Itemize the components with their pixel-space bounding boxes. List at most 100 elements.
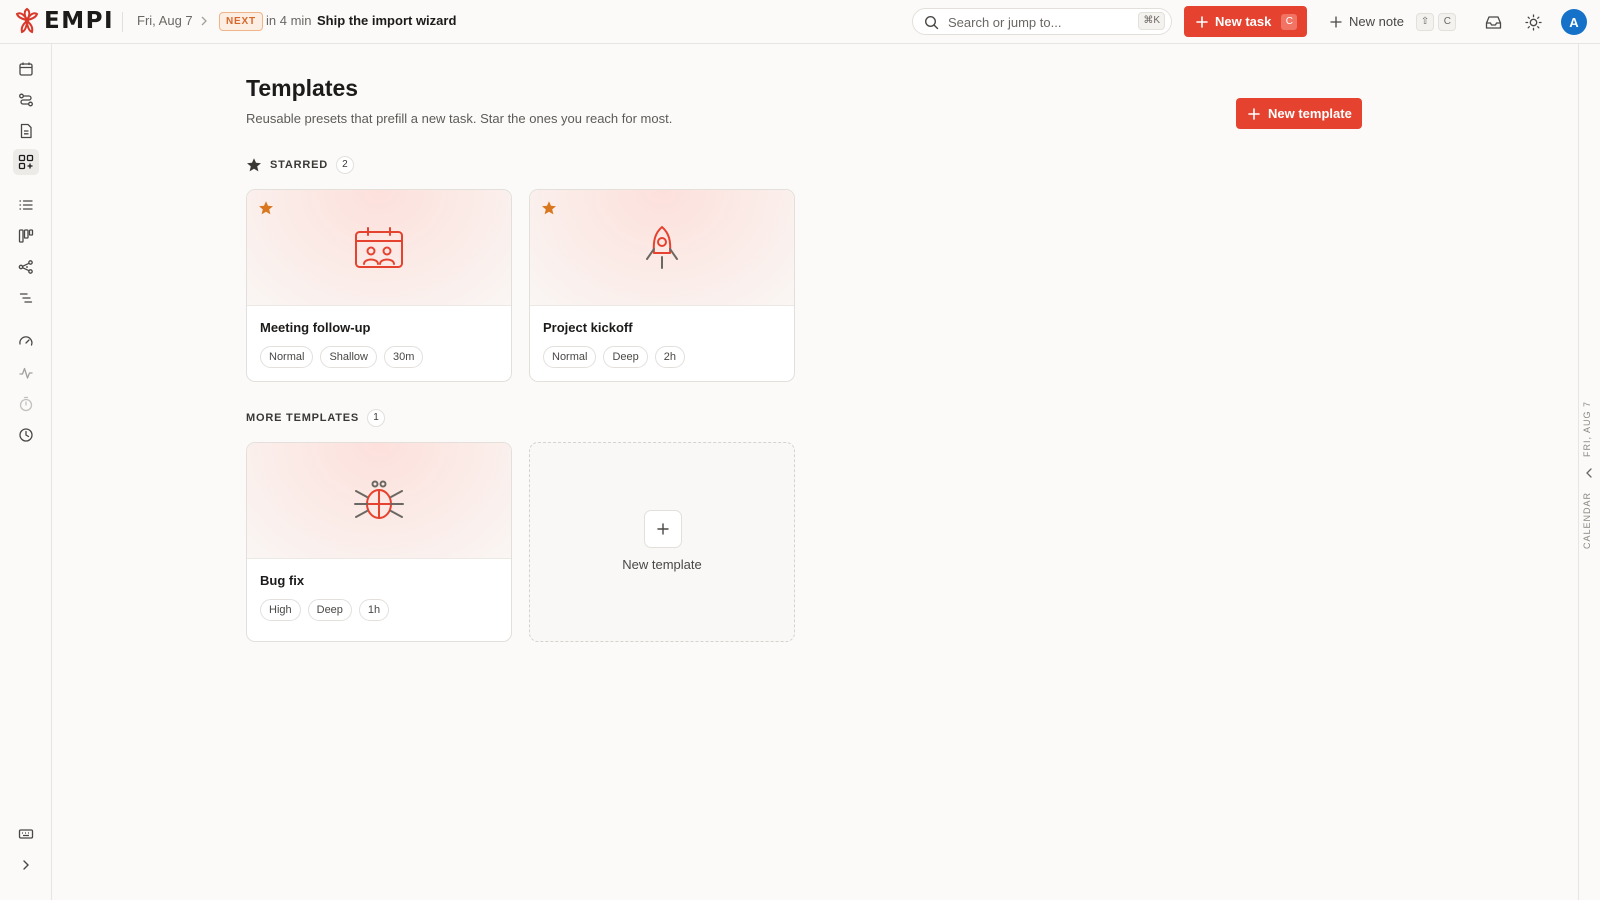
- search-input[interactable]: [948, 13, 1128, 31]
- template-card-bug-fix[interactable]: Bug fix High Deep 1h: [246, 442, 512, 642]
- history-icon: [19, 428, 33, 442]
- template-title: Bug fix: [260, 573, 305, 588]
- plus-icon: [657, 523, 669, 535]
- keyboard-icon: [18, 829, 34, 839]
- section-more-count: 1: [367, 409, 386, 427]
- top-bar: EMPI Fri, Aug 7 NEXT in 4 min Ship the i…: [0, 0, 1600, 44]
- rail-date: FRI, AUG 7: [1582, 400, 1592, 457]
- inbox-icon: [1485, 15, 1501, 29]
- card-hero: [530, 190, 794, 306]
- templates-icon: [18, 154, 34, 170]
- template-chips: Normal Shallow 30m: [260, 346, 424, 368]
- sidebar-expand-button[interactable]: [13, 852, 39, 878]
- template-card-project-kickoff[interactable]: Project kickoff Normal Deep 2h: [529, 189, 795, 382]
- sidebar-item-timer[interactable]: [13, 391, 39, 417]
- section-starred-label: STARRED: [270, 159, 328, 171]
- app-logo[interactable]: EMPI: [13, 7, 114, 35]
- calendar-icon: [19, 62, 33, 76]
- new-template-label: New template: [1268, 106, 1352, 121]
- next-time: in 4 min: [266, 13, 312, 28]
- template-title: Meeting follow-up: [260, 320, 371, 335]
- timer-icon: [19, 396, 33, 412]
- plus-box: [644, 510, 682, 548]
- card-hero: [247, 443, 511, 559]
- calendar-people-icon: [355, 227, 403, 268]
- page-subtitle: Reusable presets that prefill a new task…: [246, 111, 673, 126]
- avatar[interactable]: A: [1561, 9, 1587, 35]
- card-hero: [247, 190, 511, 306]
- activity-icon: [19, 367, 33, 379]
- template-chips: High Deep 1h: [260, 599, 390, 621]
- template-title: Project kickoff: [543, 320, 633, 335]
- plus-icon: [1248, 107, 1260, 120]
- calendar-rail-toggle[interactable]: FRI, AUG 7 CALENDAR: [1579, 397, 1600, 549]
- sidebar-item-board[interactable]: [13, 223, 39, 249]
- plus-icon: [1330, 15, 1342, 28]
- chevron-right-icon: [201, 16, 207, 26]
- shift-key-hint: ⇧: [1415, 12, 1435, 31]
- priority-chip: High: [260, 599, 301, 621]
- template-chips: Normal Deep 2h: [543, 346, 685, 368]
- chevron-left-icon: [1586, 468, 1592, 478]
- duration-chip: 2h: [654, 346, 685, 368]
- priority-chip: Normal: [543, 346, 597, 368]
- section-starred: STARRED 2: [246, 156, 354, 174]
- new-template-card[interactable]: New template: [529, 442, 795, 642]
- plus-icon: [1196, 15, 1208, 28]
- sidebar: [0, 44, 52, 900]
- duration-chip: 30m: [383, 346, 424, 368]
- focus-chip: Shallow: [320, 346, 377, 368]
- breadcrumb-date[interactable]: Fri, Aug 7: [137, 13, 193, 28]
- sidebar-item-graph[interactable]: [13, 254, 39, 280]
- review-icon: [19, 336, 33, 346]
- new-template-card-label: New template: [622, 557, 702, 572]
- star-icon[interactable]: [541, 200, 557, 216]
- search-icon: [924, 15, 939, 30]
- logo-mark-icon: [15, 7, 39, 34]
- divider: [122, 12, 123, 32]
- section-more-label: MORE TEMPLATES: [246, 412, 360, 424]
- bug-icon: [354, 480, 404, 519]
- new-template-button[interactable]: New template: [1236, 98, 1362, 129]
- section-starred-count: 2: [335, 156, 354, 174]
- search-box[interactable]: ⌘K: [912, 8, 1172, 35]
- theme-toggle-button[interactable]: [1523, 12, 1543, 32]
- new-task-shortcut: C: [1281, 13, 1298, 30]
- star-icon[interactable]: [258, 200, 274, 216]
- priority-chip: Normal: [260, 346, 314, 368]
- template-card-meeting-follow-up[interactable]: Meeting follow-up Normal Shallow 30m: [246, 189, 512, 382]
- sun-icon: [1524, 13, 1542, 31]
- page-title: Templates: [246, 75, 359, 101]
- sidebar-item-keyboard[interactable]: [13, 821, 39, 847]
- c-key-hint: C: [1438, 12, 1457, 31]
- next-task-title[interactable]: Ship the import wizard: [317, 13, 456, 28]
- star-icon: [247, 158, 261, 172]
- inbox-button[interactable]: [1483, 12, 1503, 32]
- new-note-button[interactable]: New note ⇧ C: [1330, 8, 1457, 35]
- new-note-label: New note: [1349, 14, 1404, 29]
- board-icon: [18, 229, 34, 243]
- section-more-templates: MORE TEMPLATES 1: [246, 409, 386, 427]
- focus-chip: Deep: [307, 599, 352, 621]
- search-shortcut: ⌘K: [1138, 12, 1165, 30]
- new-task-button[interactable]: New task C: [1184, 6, 1307, 37]
- chevron-right-icon: [23, 860, 29, 870]
- sidebar-item-templates[interactable]: [13, 149, 39, 175]
- flow-icon: [19, 93, 33, 107]
- sidebar-item-notes[interactable]: [13, 118, 39, 144]
- graph-icon: [18, 260, 33, 274]
- new-task-label: New task: [1215, 14, 1272, 29]
- sidebar-item-history[interactable]: [13, 422, 39, 448]
- sidebar-item-activity[interactable]: [13, 360, 39, 386]
- sidebar-item-review[interactable]: [13, 329, 39, 355]
- sidebar-item-flow[interactable]: [13, 87, 39, 113]
- sidebar-item-calendar[interactable]: [13, 56, 39, 82]
- sidebar-item-list[interactable]: [13, 192, 39, 218]
- app-name: EMPI: [44, 8, 115, 34]
- focus-chip: Deep: [603, 346, 648, 368]
- calendar-rail: FRI, AUG 7 CALENDAR: [1578, 44, 1600, 900]
- sidebar-item-outline[interactable]: [13, 285, 39, 311]
- duration-chip: 1h: [358, 599, 390, 621]
- next-badge: NEXT: [219, 12, 263, 31]
- outline-icon: [19, 293, 33, 303]
